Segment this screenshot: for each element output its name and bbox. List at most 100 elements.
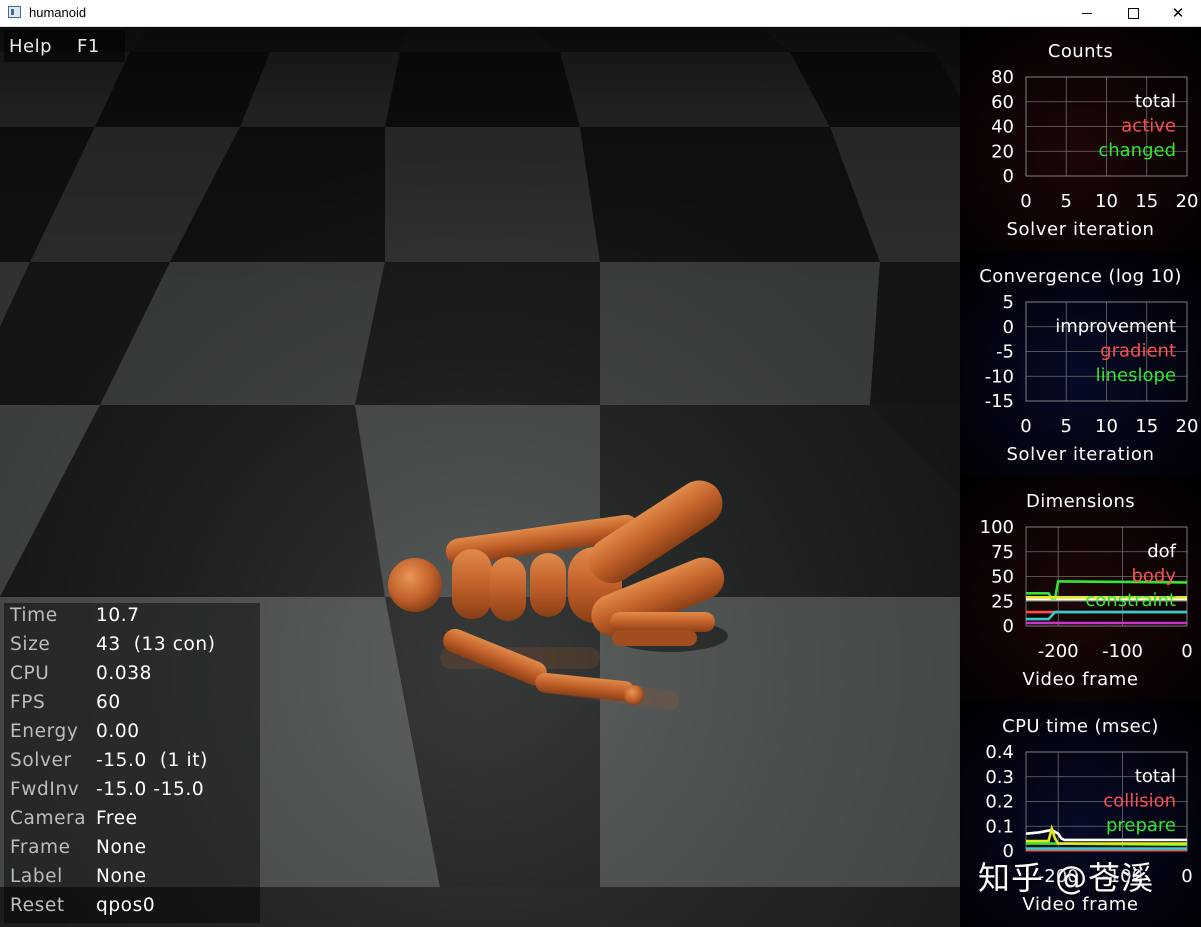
y-tick-label: 0.4 <box>985 742 1014 763</box>
legend-entry: improvement <box>1055 316 1176 337</box>
y-tick-label: 25 <box>991 591 1014 612</box>
app-icon <box>8 6 21 18</box>
x-tick-label: -100 <box>1102 641 1143 662</box>
convergence-figure: 5 0 -5 -10 -15 0 5 10 15 20 improvement gradient lin… <box>960 252 1201 477</box>
maximize-button[interactable] <box>1110 0 1156 26</box>
info-label: Size <box>10 634 51 655</box>
legend-entry: total <box>1135 766 1176 787</box>
y-tick-label: 0.2 <box>985 792 1014 813</box>
figure-title: CPU time (msec) <box>1002 716 1159 737</box>
legend-entry: prepare <box>1106 815 1176 836</box>
dimensions-figure: 100 75 50 25 0 -200 -100 0 dof body constraint Dim… <box>960 477 1201 702</box>
info-label: Camera <box>10 808 87 829</box>
y-tick-label: 0 <box>1003 317 1014 338</box>
window-title: humanoid <box>29 5 87 20</box>
info-value: Free <box>96 808 138 829</box>
simulation-viewport[interactable]: Help F1 Time 10.7 Size 43 (13 con) CPU 0… <box>0 27 960 927</box>
help-overlay[interactable]: Help F1 <box>4 30 125 62</box>
x-tick-label: 5 <box>1061 416 1072 437</box>
counts-figure: 80 60 40 20 0 0 5 10 15 20 total active changed Coun… <box>960 27 1201 252</box>
x-tick-label: 5 <box>1061 191 1072 212</box>
watermark: 知乎 @苍溪 <box>978 859 1155 897</box>
info-value: None <box>96 866 147 887</box>
x-tick-label: 0 <box>1181 641 1192 662</box>
info-value: qpos0 <box>96 895 156 916</box>
info-label: CPU <box>10 663 50 684</box>
legend-entry: changed <box>1098 140 1176 161</box>
info-row-solver: Solver -15.0 (1 it) <box>4 748 260 777</box>
info-row-frame[interactable]: Frame None <box>4 835 260 864</box>
y-tick-label: 0 <box>1003 166 1014 187</box>
info-label: Label <box>10 866 63 887</box>
figure-title: Convergence (log 10) <box>979 266 1182 287</box>
info-value: 0.00 <box>96 721 140 742</box>
info-value: -15.0 -15.0 <box>96 779 205 800</box>
y-tick-label: 75 <box>991 542 1014 563</box>
minimize-button[interactable] <box>1064 0 1110 26</box>
close-button[interactable]: ✕ <box>1155 0 1201 26</box>
legend-entry: total <box>1135 91 1176 112</box>
info-label: FPS <box>10 692 46 713</box>
info-label: Reset <box>10 895 65 916</box>
info-row-camera[interactable]: Camera Free <box>4 806 260 835</box>
maximize-icon <box>1127 8 1139 19</box>
legend-entry: body <box>1131 565 1176 586</box>
info-value: 43 (13 con) <box>96 634 216 655</box>
legend-entry: lineslope <box>1096 365 1176 386</box>
y-tick-label: 80 <box>991 67 1014 88</box>
info-row-size: Size 43 (13 con) <box>4 632 260 661</box>
info-row-energy: Energy 0.00 <box>4 719 260 748</box>
info-row-fwdinv: FwdInv -15.0 -15.0 <box>4 777 260 806</box>
info-label: Time <box>10 605 58 626</box>
x-tick-label: 0 <box>1181 866 1192 887</box>
info-label: Solver <box>10 750 72 771</box>
legend-entry: gradient <box>1100 340 1176 361</box>
legend-entry: constraint <box>1085 590 1176 611</box>
minimize-icon <box>1082 13 1092 14</box>
legend-entry: active <box>1121 115 1176 136</box>
info-value: 0.038 <box>96 663 152 684</box>
info-value: -15.0 (1 it) <box>96 750 208 771</box>
info-row-reset[interactable]: Reset qpos0 <box>4 893 260 922</box>
info-panel: Time 10.7 Size 43 (13 con) CPU 0.038 FPS… <box>4 603 260 923</box>
y-tick-label: 50 <box>991 567 1014 588</box>
info-row-fps: FPS 60 <box>4 690 260 719</box>
y-tick-label: 0.1 <box>985 816 1014 837</box>
y-tick-label: 60 <box>991 92 1014 113</box>
x-tick-label: 0 <box>1020 191 1031 212</box>
info-row-label[interactable]: Label None <box>4 864 260 893</box>
info-row-cpu: CPU 0.038 <box>4 661 260 690</box>
info-value: 10.7 <box>96 605 140 626</box>
info-value: None <box>96 837 147 858</box>
figure-column: 80 60 40 20 0 0 5 10 15 20 total active changed Coun… <box>960 27 1201 927</box>
help-key: F1 <box>77 36 100 57</box>
y-tick-label: 100 <box>980 517 1014 538</box>
x-tick-label: 15 <box>1135 416 1158 437</box>
info-label: Frame <box>10 837 71 858</box>
legend-entry: collision <box>1103 790 1176 811</box>
y-tick-label: 0 <box>1003 616 1014 637</box>
x-tick-label: 15 <box>1135 191 1158 212</box>
info-value: 60 <box>96 692 121 713</box>
info-label: Energy <box>10 721 79 742</box>
close-icon: ✕ <box>1171 4 1185 22</box>
figure-xlabel: Solver iteration <box>1006 444 1155 465</box>
x-tick-label: -200 <box>1038 641 1079 662</box>
x-tick-label: 20 <box>1176 416 1199 437</box>
y-tick-label: 0.3 <box>985 767 1014 788</box>
y-tick-label: 20 <box>991 141 1014 162</box>
y-tick-label: -10 <box>985 366 1014 387</box>
figure-xlabel: Solver iteration <box>1006 219 1155 240</box>
y-tick-label: 5 <box>1003 292 1014 313</box>
help-label: Help <box>9 36 53 57</box>
legend-entry: dof <box>1147 541 1176 562</box>
figure-title: Counts <box>1047 41 1114 62</box>
info-label: FwdInv <box>10 779 80 800</box>
x-tick-label: 20 <box>1176 191 1199 212</box>
y-tick-label: 40 <box>991 117 1014 138</box>
y-tick-label: -15 <box>985 391 1014 412</box>
title-bar: humanoid ✕ <box>0 0 1201 27</box>
x-tick-label: 10 <box>1095 416 1118 437</box>
figure-xlabel: Video frame <box>1022 669 1139 690</box>
figure-title: Dimensions <box>1025 491 1136 512</box>
